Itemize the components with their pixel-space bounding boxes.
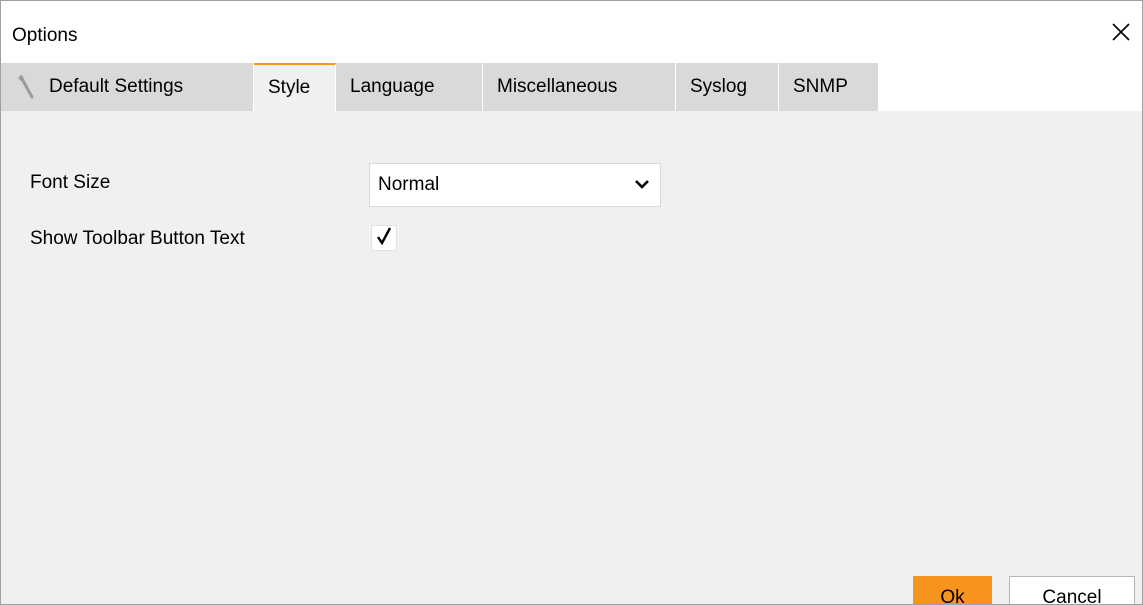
tab-label: Syslog [690,76,748,97]
tab-style[interactable]: Style [254,63,336,111]
close-button[interactable] [1100,13,1142,55]
tab-syslog[interactable]: Syslog [676,63,779,111]
font-size-select[interactable]: Normal [369,163,661,207]
tabs-strip: Default Settings Style Language Miscella… [1,63,879,111]
cancel-label-start: C [1042,587,1057,605]
window-title: Options [12,25,78,46]
chevron-down-icon [634,176,650,198]
tab-label: Language [350,76,435,97]
toolbar-text-checkbox[interactable] [371,225,397,251]
tab-language[interactable]: Language [336,63,483,111]
tab-default-settings[interactable]: Default Settings [1,63,254,111]
tab-bar: Default Settings Style Language Miscella… [1,63,1142,111]
cancel-mnemonic: a [1056,587,1067,605]
title-bar: Options [1,1,1142,63]
ok-button[interactable]: Ok [913,576,992,605]
tab-miscellaneous[interactable]: Miscellaneous [483,63,676,111]
style-tab-panel: Font Size Normal Show Toolbar Button Tex… [1,111,1142,604]
checkmark-icon [375,226,393,251]
tab-snmp[interactable]: SNMP [779,63,879,111]
options-dialog: Options Default Settings Style Language … [0,0,1143,605]
tab-label: Default Settings [49,76,184,97]
toolbar-text-label: Show Toolbar Button Text [30,228,245,249]
font-size-value: Normal [378,174,440,195]
tab-label: SNMP [793,76,848,97]
tab-label: Style [268,77,311,98]
tab-label: Miscellaneous [497,76,618,97]
font-size-label: Font Size [30,172,111,193]
wrench-icon [15,74,39,100]
cancel-button[interactable]: Ca ncel [1009,576,1135,605]
cancel-label-end: ncel [1066,587,1102,605]
ok-label-rest: k [955,587,965,605]
close-icon [1111,22,1131,47]
ok-mnemonic: O [940,587,956,605]
